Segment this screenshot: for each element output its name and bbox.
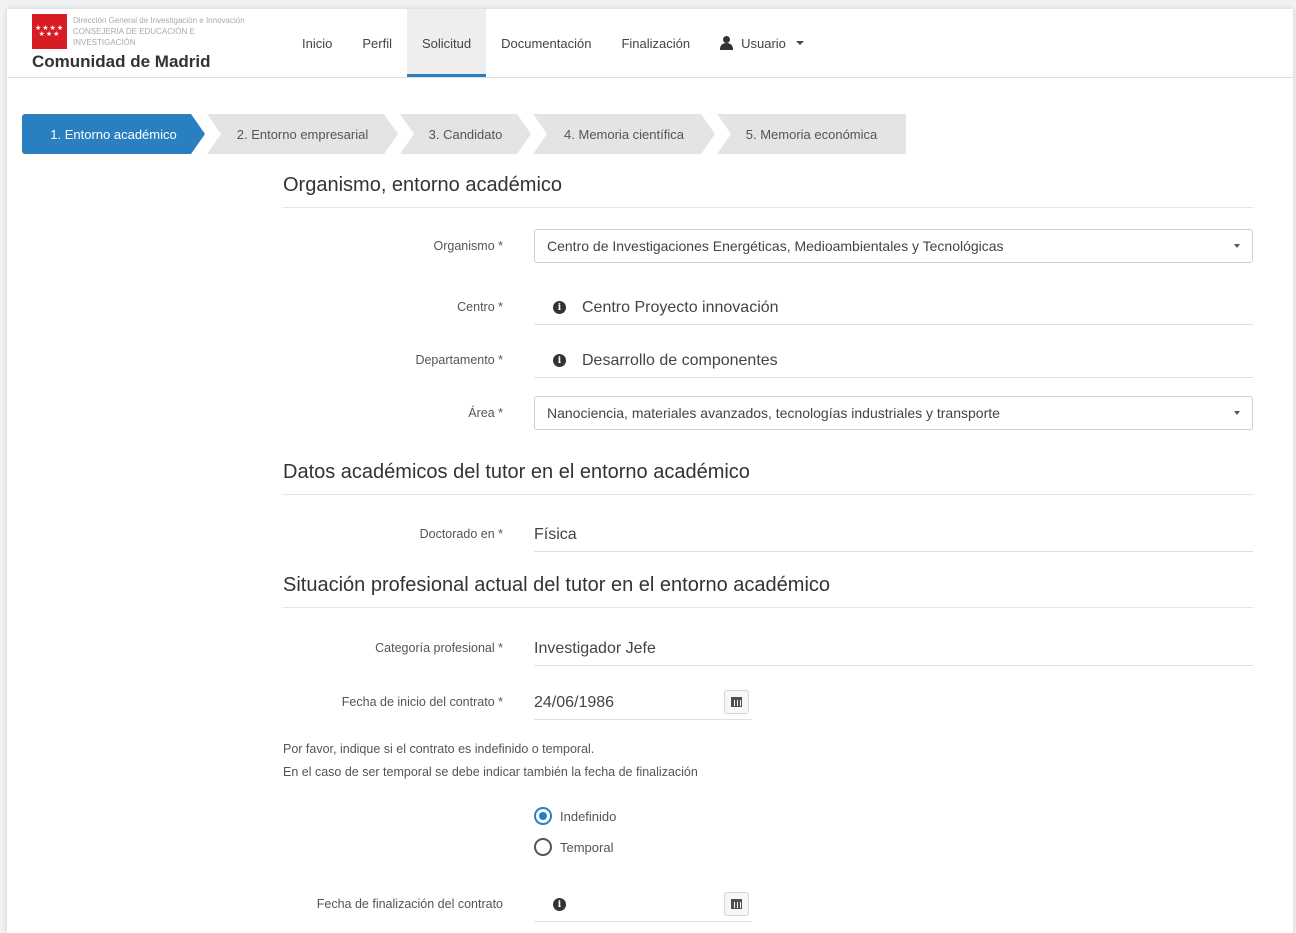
organismo-select[interactable]: Centro de Investigaciones Energéticas, M…	[534, 229, 1253, 263]
categoria-label: Categoría profesional *	[375, 641, 503, 655]
fecha-fin-field[interactable]: i	[534, 888, 752, 922]
caret-down-icon	[795, 41, 804, 45]
nav-finalizacion[interactable]: Finalización	[606, 9, 705, 77]
fecha-inicio-label: Fecha de inicio del contrato *	[341, 695, 503, 709]
radio-button-checked[interactable]	[534, 807, 552, 825]
logo-subtitle: Dirección General de Investigación e Inn…	[73, 15, 245, 48]
organismo-label: Organismo *	[433, 239, 503, 253]
logo-line-2: CONSEJERÍA DE EDUCACIÓN E	[73, 27, 195, 36]
departamento-field: i Desarrollo de componentes	[534, 344, 1253, 378]
stars-icon: ★★★★ ★★★	[35, 24, 65, 38]
doctorado-field: Física	[534, 518, 1253, 552]
fecha-inicio-field[interactable]: 24/06/1986	[534, 686, 752, 720]
comunidad-madrid-logo: ★★★★ ★★★	[32, 14, 67, 49]
info-icon[interactable]: i	[553, 898, 566, 911]
step-candidato[interactable]: 3. Candidato	[400, 114, 531, 154]
categoria-field: Investigador Jefe	[534, 632, 1253, 666]
section-title-situacion-profesional: Situación profesional actual del tutor e…	[283, 574, 1253, 608]
nav-documentacion[interactable]: Documentación	[486, 9, 606, 77]
area-select[interactable]: Nanociencia, materiales avanzados, tecno…	[534, 396, 1253, 430]
select-arrow-icon	[1234, 411, 1240, 415]
info-icon[interactable]: i	[553, 354, 566, 367]
contract-note-line-2: En el caso de ser temporal se debe indic…	[283, 765, 698, 779]
departamento-label: Departamento *	[415, 353, 503, 367]
centro-field: i Centro Proyecto innovación	[534, 291, 1253, 325]
wizard-steps: 1. Entorno académico 2. Entorno empresar…	[22, 114, 908, 154]
fecha-fin-label: Fecha de finalización del contrato	[316, 897, 503, 911]
radio-temporal[interactable]: Temporal	[534, 838, 613, 856]
logo-line-1: Dirección General de Investigación e Inn…	[73, 16, 245, 25]
contract-note-line-1: Por favor, indique si el contrato es ind…	[283, 742, 595, 756]
fecha-inicio-value: 24/06/1986	[534, 693, 615, 711]
centro-label: Centro *	[457, 300, 503, 314]
radio-indefinido-label: Indefinido	[560, 808, 617, 824]
nav-solicitud[interactable]: Solicitud	[406, 9, 487, 77]
nav-inicio[interactable]: Inicio	[287, 9, 347, 77]
departamento-value: Desarrollo de componentes	[582, 351, 778, 369]
radio-temporal-label: Temporal	[560, 839, 614, 855]
centro-value: Centro Proyecto innovación	[582, 298, 779, 316]
app-window: ★★★★ ★★★ Dirección General de Investigaci…	[7, 9, 1293, 933]
user-icon	[720, 36, 734, 50]
logo-line-3: INVESTIGACIÓN	[73, 38, 136, 47]
area-label: Área *	[468, 406, 503, 420]
calendar-button[interactable]	[724, 892, 749, 916]
section-title-organismo: Organismo, entorno académico	[283, 174, 1253, 208]
doctorado-label: Doctorado en *	[419, 527, 503, 541]
user-menu-label: Usuario	[741, 35, 786, 51]
brand-name: Comunidad de Madrid	[32, 52, 211, 71]
calendar-icon	[731, 899, 742, 909]
nav-perfil[interactable]: Perfil	[347, 9, 407, 77]
doctorado-value: Física	[534, 525, 577, 543]
info-icon[interactable]: i	[553, 301, 566, 314]
section-title-datos-academicos: Datos académicos del tutor en el entorno…	[283, 461, 1253, 495]
user-menu[interactable]: Usuario	[705, 9, 819, 77]
area-value: Nanociencia, materiales avanzados, tecno…	[547, 405, 1000, 421]
main-nav: Inicio Perfil Solicitud Documentación Fi…	[287, 9, 819, 77]
step-memoria-cientifica[interactable]: 4. Memoria científica	[533, 114, 715, 154]
step-entorno-empresarial[interactable]: 2. Entorno empresarial	[207, 114, 398, 154]
calendar-icon	[731, 697, 742, 707]
top-header: ★★★★ ★★★ Dirección General de Investigaci…	[7, 9, 1293, 78]
calendar-button[interactable]	[724, 690, 749, 714]
radio-indefinido[interactable]: Indefinido	[534, 807, 616, 825]
step-entorno-academico[interactable]: 1. Entorno académico	[22, 114, 205, 154]
select-arrow-icon	[1234, 244, 1240, 248]
radio-button-unchecked[interactable]	[534, 838, 552, 856]
categoria-value: Investigador Jefe	[534, 639, 656, 657]
step-memoria-economica[interactable]: 5. Memoria económica	[717, 114, 906, 154]
organismo-value: Centro de Investigaciones Energéticas, M…	[547, 238, 1004, 254]
